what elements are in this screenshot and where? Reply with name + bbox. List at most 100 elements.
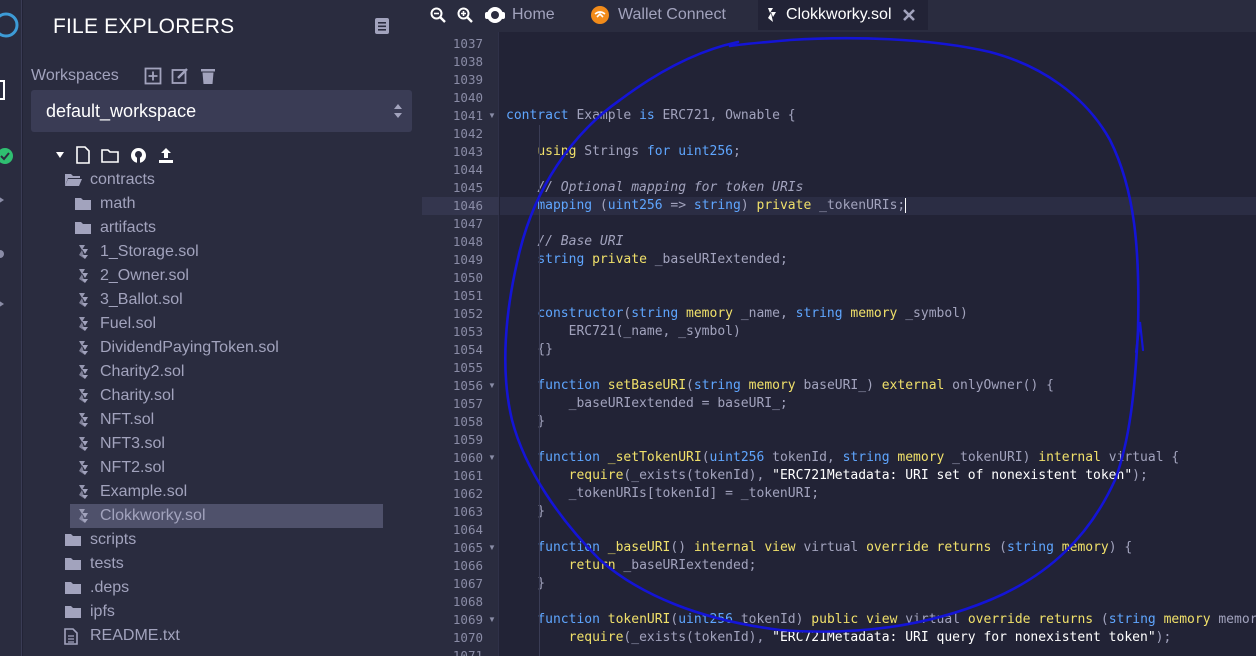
code-token: return (568, 558, 616, 573)
tree-item-label: 1_Storage.sol (100, 243, 199, 260)
caret-down-icon[interactable] (55, 150, 65, 160)
tab-clokkworky-sol[interactable]: Clokkworky.sol (758, 0, 928, 30)
line-number: 1065 (452, 540, 483, 555)
code-token: setBaseURI (607, 378, 687, 393)
indent-guide (539, 125, 540, 656)
tree-item[interactable]: artifacts (23, 216, 422, 240)
code-token: function (537, 612, 600, 627)
file-explorer-panel: FILE EXPLORERS Workspaces default_worksp… (23, 0, 422, 656)
plugin-icon[interactable] (0, 294, 20, 314)
documentation-icon[interactable] (374, 17, 390, 35)
line-number: 1043 (452, 144, 483, 159)
tree-item[interactable]: 1_Storage.sol (23, 240, 422, 264)
file-explorer-icon[interactable] (0, 80, 20, 102)
delete-workspace-icon[interactable] (199, 67, 217, 85)
code-token: using (537, 144, 577, 159)
line-number: 1064 (452, 522, 483, 537)
tree-item-label: NFT2.sol (100, 459, 165, 476)
line-number: 1052 (452, 306, 483, 321)
tree-item[interactable]: 2_Owner.sol (23, 264, 422, 288)
tree-item[interactable]: Charity.sol (23, 384, 422, 408)
tree-item[interactable]: contracts (23, 168, 422, 192)
tree-item[interactable]: .deps (23, 576, 422, 600)
fold-arrow-icon[interactable]: ▼ (488, 611, 496, 629)
debug-icon[interactable] (0, 244, 20, 264)
zoom-out-icon[interactable] (430, 7, 446, 23)
tree-item[interactable]: NFT2.sol (23, 456, 422, 480)
line-number: 1047 (452, 216, 483, 231)
new-file-icon[interactable] (75, 146, 91, 164)
tree-item[interactable]: scripts (23, 528, 422, 552)
tree-item[interactable]: Clokkworky.sol (70, 504, 383, 528)
code-editor[interactable]: contract Example is ERC721, Ownable { us… (500, 32, 1256, 656)
code-token: string (842, 450, 890, 465)
close-tab-icon[interactable] (902, 8, 916, 22)
zoom-in-icon[interactable] (457, 7, 473, 23)
folder-open-icon (64, 172, 82, 193)
code-token: // Base URI (537, 234, 624, 249)
solidity-file-icon (78, 484, 89, 505)
tree-item[interactable]: README.txt (23, 624, 422, 648)
tree-item[interactable]: math (23, 192, 422, 216)
code-line: function _baseURI() internal view virtua… (506, 539, 1132, 557)
rename-workspace-icon[interactable] (171, 67, 189, 85)
fold-arrow-icon[interactable]: ▼ (488, 107, 496, 125)
code-line: mapping (uint256 => string) private _tok… (506, 197, 907, 215)
deploy-icon[interactable] (0, 190, 20, 210)
line-number-gutter: 1037 1038 1039 1040 1041 ▼ 1042 1043 1044 1045 104… (422, 32, 499, 656)
tree-item[interactable]: NFT.sol (23, 408, 422, 432)
code-token: override (967, 612, 1031, 627)
fold-arrow-icon[interactable]: ▼ (488, 377, 496, 395)
tree-item[interactable]: tests (23, 552, 422, 576)
new-folder-icon[interactable] (101, 148, 119, 164)
solidity-file-icon (768, 8, 776, 22)
tree-item[interactable]: 3_Ballot.sol (23, 288, 422, 312)
folder-icon (64, 556, 82, 577)
code-token: internal (693, 540, 757, 555)
code-line: // Optional mapping for token URIs (506, 179, 803, 197)
code-token: uint256 (678, 144, 734, 159)
fold-arrow-icon[interactable]: ▼ (488, 449, 496, 467)
tree-item[interactable]: Charity2.sol (23, 360, 422, 384)
tree-item[interactable]: DividendPayingToken.sol (23, 336, 422, 360)
solidity-file-icon (78, 364, 89, 385)
code-token: // Optional mapping for token URIs (537, 180, 804, 195)
workspace-select[interactable]: default_workspace (31, 90, 412, 132)
code-token: string (631, 306, 679, 321)
remix-logo-icon[interactable] (0, 10, 20, 40)
code-token: function (537, 378, 600, 393)
solidity-file-icon (78, 460, 89, 481)
add-workspace-icon[interactable] (144, 67, 162, 85)
tab-wallet-connect[interactable]: Wallet Connect (582, 0, 752, 30)
tree-item[interactable]: Example.sol (23, 480, 422, 504)
tree-item[interactable]: ipfs (23, 600, 422, 624)
tree-item-label: Charity2.sol (100, 363, 185, 380)
solidity-file-icon (78, 388, 89, 409)
code-token: string (1108, 612, 1156, 627)
code-token: ( (991, 540, 1007, 555)
tree-item-label: Clokkworky.sol (100, 507, 206, 524)
code-token: () (670, 540, 694, 555)
github-icon[interactable] (130, 147, 147, 164)
tree-item[interactable]: NFT3.sol (23, 432, 422, 456)
code-line: {} (506, 341, 553, 359)
compiler-check-icon[interactable] (0, 146, 20, 166)
tree-item[interactable]: Fuel.sol (23, 312, 422, 336)
code-token: uint256 (607, 198, 663, 213)
upload-icon[interactable] (158, 147, 174, 164)
tab-home-label: Home (512, 6, 555, 23)
fold-arrow-icon[interactable]: ▼ (488, 539, 496, 557)
tab-home[interactable]: Home (482, 0, 574, 30)
tab-file-label: Clokkworky.sol (786, 6, 892, 23)
code-token: contract (506, 108, 569, 123)
code-token: _name, (733, 306, 796, 321)
tree-item-label: scripts (90, 531, 137, 548)
folder-icon (74, 220, 92, 241)
